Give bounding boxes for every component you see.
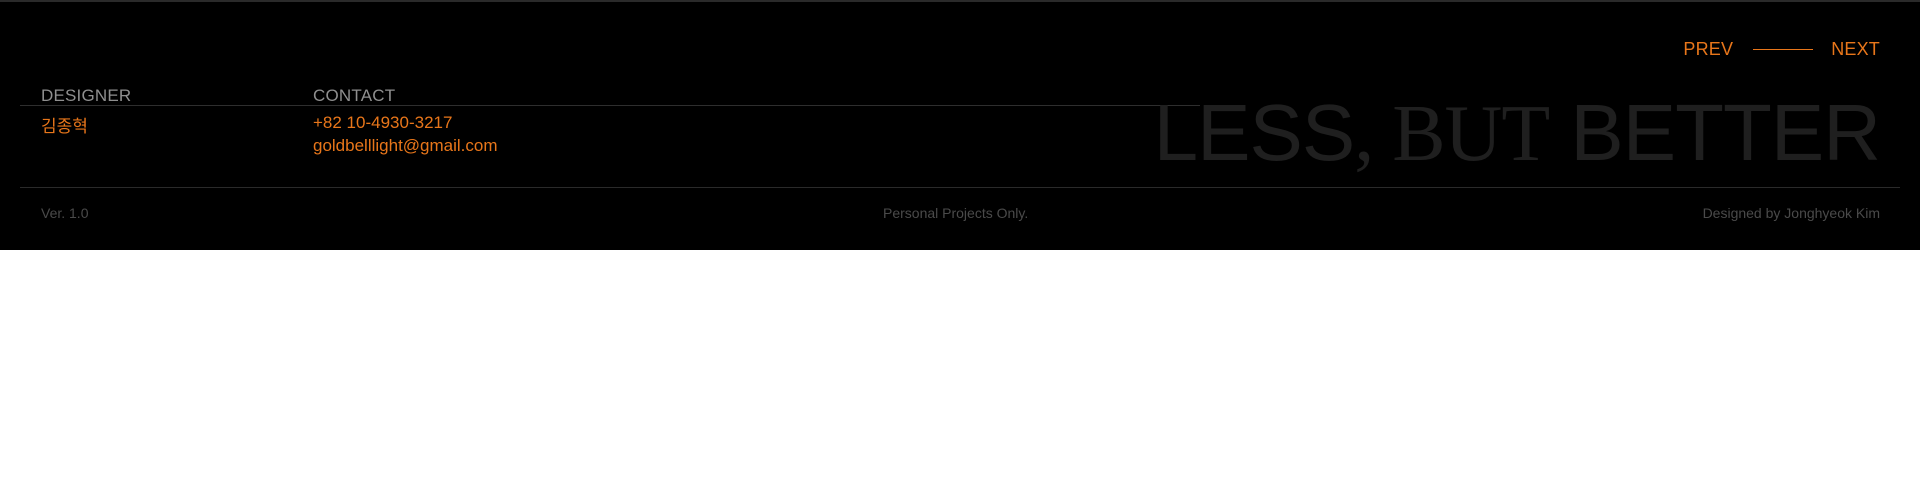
tagline-better: BETTER bbox=[1549, 88, 1881, 177]
usage-notice: Personal Projects Only. bbox=[883, 205, 1029, 221]
site-footer: PREV NEXT DESIGNER CONTACT 김종혁 +82 10-49… bbox=[0, 0, 1920, 250]
designer-name: 김종혁 bbox=[41, 117, 88, 136]
tagline-but: BUT bbox=[1373, 90, 1550, 178]
contact-label: CONTACT bbox=[313, 86, 396, 105]
next-link[interactable]: NEXT bbox=[1831, 39, 1880, 60]
prev-link[interactable]: PREV bbox=[1683, 39, 1733, 60]
contact-phone[interactable]: +82 10-4930-3217 bbox=[313, 113, 452, 133]
divider-bottom bbox=[20, 187, 1900, 188]
designer-label: DESIGNER bbox=[41, 86, 132, 105]
pagination-divider bbox=[1753, 49, 1814, 50]
tagline: LESS, BUT BETTER bbox=[1153, 88, 1881, 178]
project-pagination: PREV NEXT bbox=[1683, 39, 1880, 60]
tagline-comma: , bbox=[1354, 90, 1374, 178]
designer-credit: Designed by Jonghyeok Kim bbox=[1702, 205, 1880, 221]
divider-top bbox=[20, 105, 1200, 106]
version-text: Ver. 1.0 bbox=[41, 205, 89, 221]
contact-email[interactable]: goldbelllight@gmail.com bbox=[313, 136, 498, 156]
tagline-less: LESS bbox=[1153, 88, 1356, 177]
